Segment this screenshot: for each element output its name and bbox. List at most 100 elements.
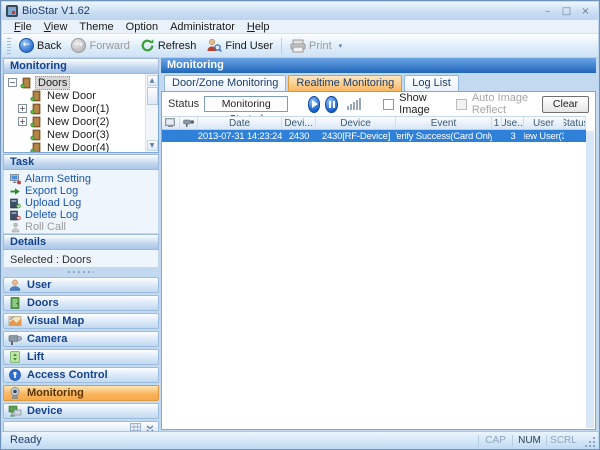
menu-view[interactable]: View <box>38 21 74 33</box>
back-label: Back <box>37 39 62 52</box>
expand-icon[interactable]: + <box>18 117 27 126</box>
column-event[interactable]: Event <box>396 117 492 129</box>
sidebar-item-monitoring[interactable]: Monitoring <box>3 385 159 401</box>
task-delete-log[interactable]: Delete Log <box>10 209 158 221</box>
tree-item-new-door-3[interactable]: New Door(3) <box>8 128 158 141</box>
sidebar-item-camera[interactable]: Camera <box>3 331 159 347</box>
column-user-id[interactable]: Use... <box>502 117 524 129</box>
minimize-button[interactable]: – <box>541 6 554 17</box>
resize-grip[interactable] <box>584 436 596 448</box>
statusbar-ready-text: Ready <box>10 434 42 446</box>
forward-button[interactable]: → Forward <box>66 36 134 56</box>
row-status <box>564 130 586 142</box>
tree-item-new-door-2[interactable]: + New Door(2) <box>8 115 158 128</box>
print-button[interactable]: Print <box>285 36 337 56</box>
door-icon <box>20 77 32 89</box>
column-tna[interactable]: 1 <box>492 117 502 129</box>
log-table-row[interactable]: 2013-07-31 14:23:24 2430 2430[RF-Device]… <box>162 130 586 142</box>
menu-option[interactable]: Option <box>120 21 164 33</box>
title-bar[interactable]: BioStar V1.62 – □ × <box>2 2 598 20</box>
task-roll-call[interactable]: Roll Call <box>10 221 158 233</box>
collapse-icon[interactable]: − <box>8 78 17 87</box>
sidebar-item-device[interactable]: Device <box>3 403 159 419</box>
scroll-down-icon[interactable]: ▼ <box>146 140 158 151</box>
row-date: 2013-07-31 14:23:24 <box>198 130 282 142</box>
tree-item-new-door-4[interactable]: New Door(4) <box>8 141 158 153</box>
forward-arrow-icon: → <box>71 38 87 53</box>
door-tree: − Doors New Door + New Door(1) + New Doo… <box>3 74 159 153</box>
maximize-button[interactable]: □ <box>560 6 573 17</box>
column-device[interactable]: Device <box>316 117 396 129</box>
scrollbar-thumb[interactable] <box>146 87 158 105</box>
door-icon <box>30 129 42 141</box>
tree-label[interactable]: Doors <box>35 75 71 90</box>
task-export-log[interactable]: Export Log <box>10 185 158 197</box>
task-alarm-setting[interactable]: Alarm Setting <box>10 173 158 185</box>
column-user[interactable]: User <box>524 117 564 129</box>
visual-map-icon <box>8 314 22 328</box>
task-label[interactable]: Roll Call <box>25 221 66 233</box>
sidebar-splitter[interactable] <box>3 268 159 275</box>
window-title: BioStar V1.62 <box>22 5 90 17</box>
menu-help[interactable]: Help <box>241 21 276 33</box>
menu-file[interactable]: File <box>8 21 38 33</box>
menu-theme[interactable]: Theme <box>73 21 119 33</box>
sidebar-item-user[interactable]: User <box>3 277 159 293</box>
tab-log-list[interactable]: Log List <box>404 75 459 91</box>
auto-image-reflect-checkbox[interactable] <box>455 98 467 110</box>
column-date[interactable]: Date <box>198 117 282 129</box>
task-label[interactable]: Alarm Setting <box>25 173 91 185</box>
nav-label: Visual Map <box>27 315 85 327</box>
image-column-icon[interactable] <box>162 117 180 129</box>
tree-label[interactable]: New Door(3) <box>45 129 111 141</box>
tree-label[interactable]: New Door(1) <box>45 103 111 115</box>
tree-item-new-door-1[interactable]: + New Door(1) <box>8 102 158 115</box>
tree-scrollbar[interactable]: ▲ ▼ <box>145 74 158 152</box>
pause-button[interactable] <box>325 95 338 113</box>
nav-label: Device <box>27 405 63 417</box>
refresh-label: Refresh <box>157 39 197 52</box>
nav-label: Doors <box>27 297 59 309</box>
refresh-icon <box>140 38 155 53</box>
clear-button[interactable]: Clear <box>541 95 589 113</box>
status-row: Status Monitoring Started Show Image Aut… <box>162 92 595 125</box>
task-label[interactable]: Upload Log <box>25 197 81 209</box>
upload-log-icon <box>10 198 21 209</box>
sidebar-item-lift[interactable]: Lift <box>3 349 159 365</box>
close-button[interactable]: × <box>579 6 592 17</box>
table-scrollbar[interactable] <box>586 131 594 428</box>
tab-door-zone-monitoring[interactable]: Door/Zone Monitoring <box>164 75 287 91</box>
play-button[interactable] <box>307 95 321 113</box>
tree-item-new-door[interactable]: New Door <box>8 89 158 102</box>
camera-column-icon[interactable] <box>180 117 198 129</box>
tree-label[interactable]: New Door(4) <box>45 142 111 153</box>
task-upload-log[interactable]: Upload Log <box>10 197 158 209</box>
find-user-icon <box>206 38 223 53</box>
scroll-up-icon[interactable]: ▲ <box>146 75 158 86</box>
find-user-button[interactable]: Find User <box>201 36 278 56</box>
tree-item-doors[interactable]: − Doors <box>8 75 158 90</box>
num-lock-indicator: NUM <box>512 434 546 446</box>
sidebar-item-doors[interactable]: Doors <box>3 295 159 311</box>
sidebar-item-visual-map[interactable]: Visual Map <box>3 313 159 329</box>
toolbar-overflow-icon[interactable]: ▾ <box>339 42 343 50</box>
back-button[interactable]: ← Back <box>14 36 66 56</box>
column-status[interactable]: Status <box>564 117 586 129</box>
row-user: New User(3) <box>524 130 564 142</box>
task-label[interactable]: Delete Log <box>25 209 78 221</box>
nav-label: Access Control <box>27 369 108 381</box>
app-icon <box>6 5 18 17</box>
refresh-button[interactable]: Refresh <box>135 36 202 56</box>
task-label[interactable]: Export Log <box>25 185 78 197</box>
back-arrow-icon: ← <box>19 38 34 53</box>
column-device-id[interactable]: Devi... <box>282 117 316 129</box>
sidebar-item-access-control[interactable]: Access Control <box>3 367 159 383</box>
show-image-checkbox[interactable] <box>383 98 395 110</box>
tab-realtime-monitoring[interactable]: Realtime Monitoring <box>288 75 403 91</box>
toolbar-grip[interactable] <box>7 37 11 54</box>
realtime-monitoring-panel: Status Monitoring Started Show Image Aut… <box>161 91 596 430</box>
menu-administrator[interactable]: Administrator <box>164 21 241 33</box>
tree-label[interactable]: New Door <box>45 90 98 102</box>
tree-label[interactable]: New Door(2) <box>45 116 111 128</box>
expand-icon[interactable]: + <box>18 104 27 113</box>
